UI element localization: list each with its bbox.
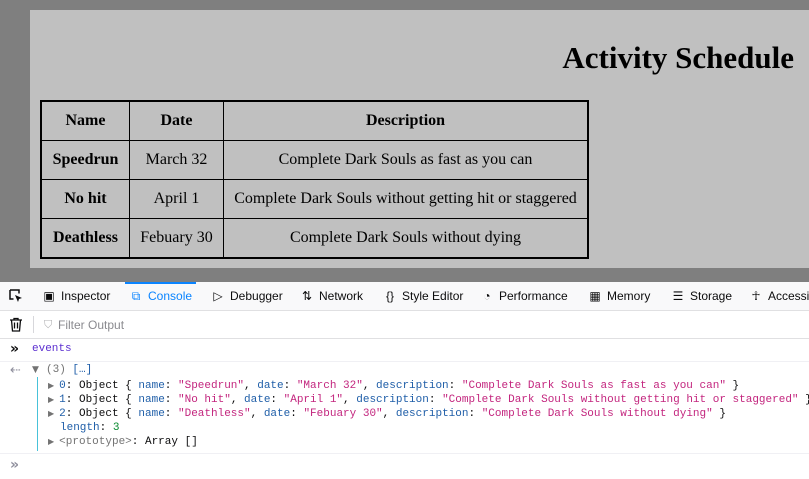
tab-label: Storage <box>690 289 733 303</box>
tab-accessibility[interactable]: ☥ Accessi <box>749 282 809 310</box>
expand-toggle-icon[interactable]: ▶ <box>48 409 54 418</box>
filter-icon: ⛉ <box>44 319 53 331</box>
array-item[interactable]: ▶ 1: Object { name: "No hit", date: "Apri… <box>48 393 809 407</box>
schedule-table: Name Date Description Speedrun March 32 … <box>40 100 589 259</box>
tab-storage[interactable]: ☰ Storage <box>671 282 732 310</box>
column-header-date: Date <box>129 100 224 141</box>
tab-performance[interactable]: ◔ Performance <box>480 282 568 310</box>
tab-inspector[interactable]: ▣ Inspector <box>42 282 110 310</box>
accessibility-icon: ☥ <box>751 289 761 303</box>
cell-name: Deathless <box>40 218 130 259</box>
result-arrow-icon: ⇠ <box>10 363 21 378</box>
performance-icon: ◔ <box>483 289 491 303</box>
console-input-row[interactable]: » <box>0 453 809 479</box>
table-row: No hit April 1 Complete Dark Souls witho… <box>40 179 589 219</box>
cell-description: Complete Dark Souls as fast as you can <box>223 140 589 180</box>
collapse-toggle-icon[interactable]: ▼ <box>32 365 39 375</box>
tab-label: Memory <box>607 289 651 303</box>
cell-name: Speedrun <box>40 140 130 180</box>
console-icon: ⧉ <box>131 289 141 303</box>
table-header-row: Name Date Description <box>40 100 589 141</box>
filter-output-input[interactable] <box>58 316 358 333</box>
expand-toggle-icon[interactable]: ▶ <box>48 395 54 404</box>
console-filter-bar: ⛉ <box>0 311 809 339</box>
tab-debugger[interactable]: ▷ Debugger <box>211 282 283 310</box>
element-picker-icon[interactable] <box>8 288 24 304</box>
tab-network[interactable]: ⇅ Network <box>300 282 363 310</box>
array-length: length: 3 <box>60 422 120 434</box>
tab-console[interactable]: ⧉ Console <box>124 282 197 310</box>
inspector-icon: ▣ <box>43 289 55 303</box>
page-viewport: Activity Schedule Name Date Description … <box>0 0 809 282</box>
trash-icon[interactable] <box>9 317 23 332</box>
tab-label: Inspector <box>61 289 111 303</box>
devtools-toolbar: ▣ Inspector ⧉ Console ▷ Debugger ⇅ Netwo… <box>0 282 809 311</box>
array-preview: […] <box>72 364 93 376</box>
cell-description: Complete Dark Souls without getting hit … <box>223 179 589 219</box>
column-header-name: Name <box>40 100 130 141</box>
tab-style-editor[interactable]: {} Style Editor <box>383 282 463 310</box>
array-item[interactable]: ▶ 2: Object { name: "Deathless", date: "F… <box>48 407 726 421</box>
console-command-row: » events <box>0 339 809 362</box>
storage-icon: ☰ <box>672 289 684 303</box>
tab-label: Network <box>319 289 364 303</box>
page-title: Activity Schedule <box>562 40 794 75</box>
tab-label: Performance <box>499 289 568 303</box>
tree-guide-line <box>37 377 38 451</box>
array-item[interactable]: ▶ 0: Object { name: "Speedrun", date: "Ma… <box>48 379 739 393</box>
console-result: ⇠ ▼ (3) […] ▶ 0: Object { name: "Speedrun… <box>0 361 809 454</box>
tab-label: Accessi <box>768 289 809 303</box>
page-content: Activity Schedule Name Date Description … <box>30 10 809 268</box>
array-prototype[interactable]: ▶ <prototype>: Array [] <box>48 435 198 449</box>
cell-date: April 1 <box>129 179 224 219</box>
cell-description: Complete Dark Souls without dying <box>223 218 589 259</box>
input-prompt-icon: » <box>10 457 20 473</box>
table-row: Speedrun March 32 Complete Dark Souls as… <box>40 140 589 180</box>
tab-label: Style Editor <box>402 289 464 303</box>
tab-label: Console <box>148 289 193 303</box>
network-icon: ⇅ <box>301 289 313 303</box>
expand-toggle-icon[interactable]: ▶ <box>48 381 54 390</box>
tab-label: Debugger <box>230 289 283 303</box>
table-row: Deathless Febuary 30 Complete Dark Souls… <box>40 218 589 259</box>
devtools-panel: ▣ Inspector ⧉ Console ▷ Debugger ⇅ Netwo… <box>0 282 809 478</box>
command-prompt-icon: » <box>10 341 20 357</box>
console-command-text: events <box>32 343 72 355</box>
cell-date: March 32 <box>129 140 224 180</box>
array-count: (3) <box>46 364 66 376</box>
memory-icon: ▦ <box>589 289 601 303</box>
style-editor-icon: {} <box>385 289 394 303</box>
toolbar-divider <box>33 316 34 333</box>
cell-date: Febuary 30 <box>129 218 224 259</box>
result-summary[interactable]: (3) […] <box>46 364 92 376</box>
tab-memory[interactable]: ▦ Memory <box>588 282 650 310</box>
expand-toggle-icon[interactable]: ▶ <box>48 437 54 446</box>
debugger-icon: ▷ <box>213 289 223 303</box>
cell-name: No hit <box>40 179 130 219</box>
column-header-description: Description <box>223 100 589 141</box>
